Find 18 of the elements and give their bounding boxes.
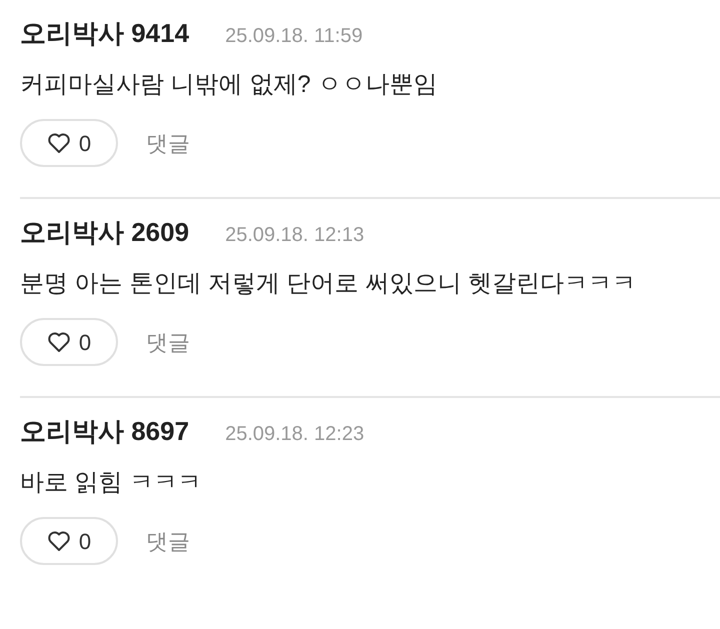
- comment-date: 25.09.18. 12:13: [225, 223, 364, 248]
- author-name: 오리박사 2609: [20, 216, 190, 249]
- author-name: 오리박사 8697: [20, 415, 190, 448]
- heart-icon: [46, 530, 71, 552]
- reply-link[interactable]: 댓글: [146, 524, 190, 558]
- author-name: 오리박사 9414: [20, 17, 190, 50]
- comment-date: 25.09.18. 12:23: [225, 422, 364, 447]
- comment-text: 분명 아는 톤인데 저렇게 단어로 써있으니 헷갈린다ㅋㅋㅋ: [20, 269, 638, 299]
- comment-date: 25.09.18. 11:59: [225, 24, 363, 49]
- reply-link[interactable]: 댓글: [146, 126, 190, 160]
- comment-text: 바로 읽힘 ㅋㅋㅋ: [20, 468, 202, 498]
- like-button[interactable]: 0: [20, 318, 118, 366]
- reply-link[interactable]: 댓글: [146, 326, 190, 358]
- like-button[interactable]: 0: [20, 517, 118, 565]
- comment-text: 커피마실사람 니밖에 없제? ㅇㅇ나뿐임: [20, 70, 438, 100]
- like-button[interactable]: 0: [20, 119, 118, 167]
- heart-icon: [46, 331, 71, 353]
- heart-icon: [46, 132, 71, 154]
